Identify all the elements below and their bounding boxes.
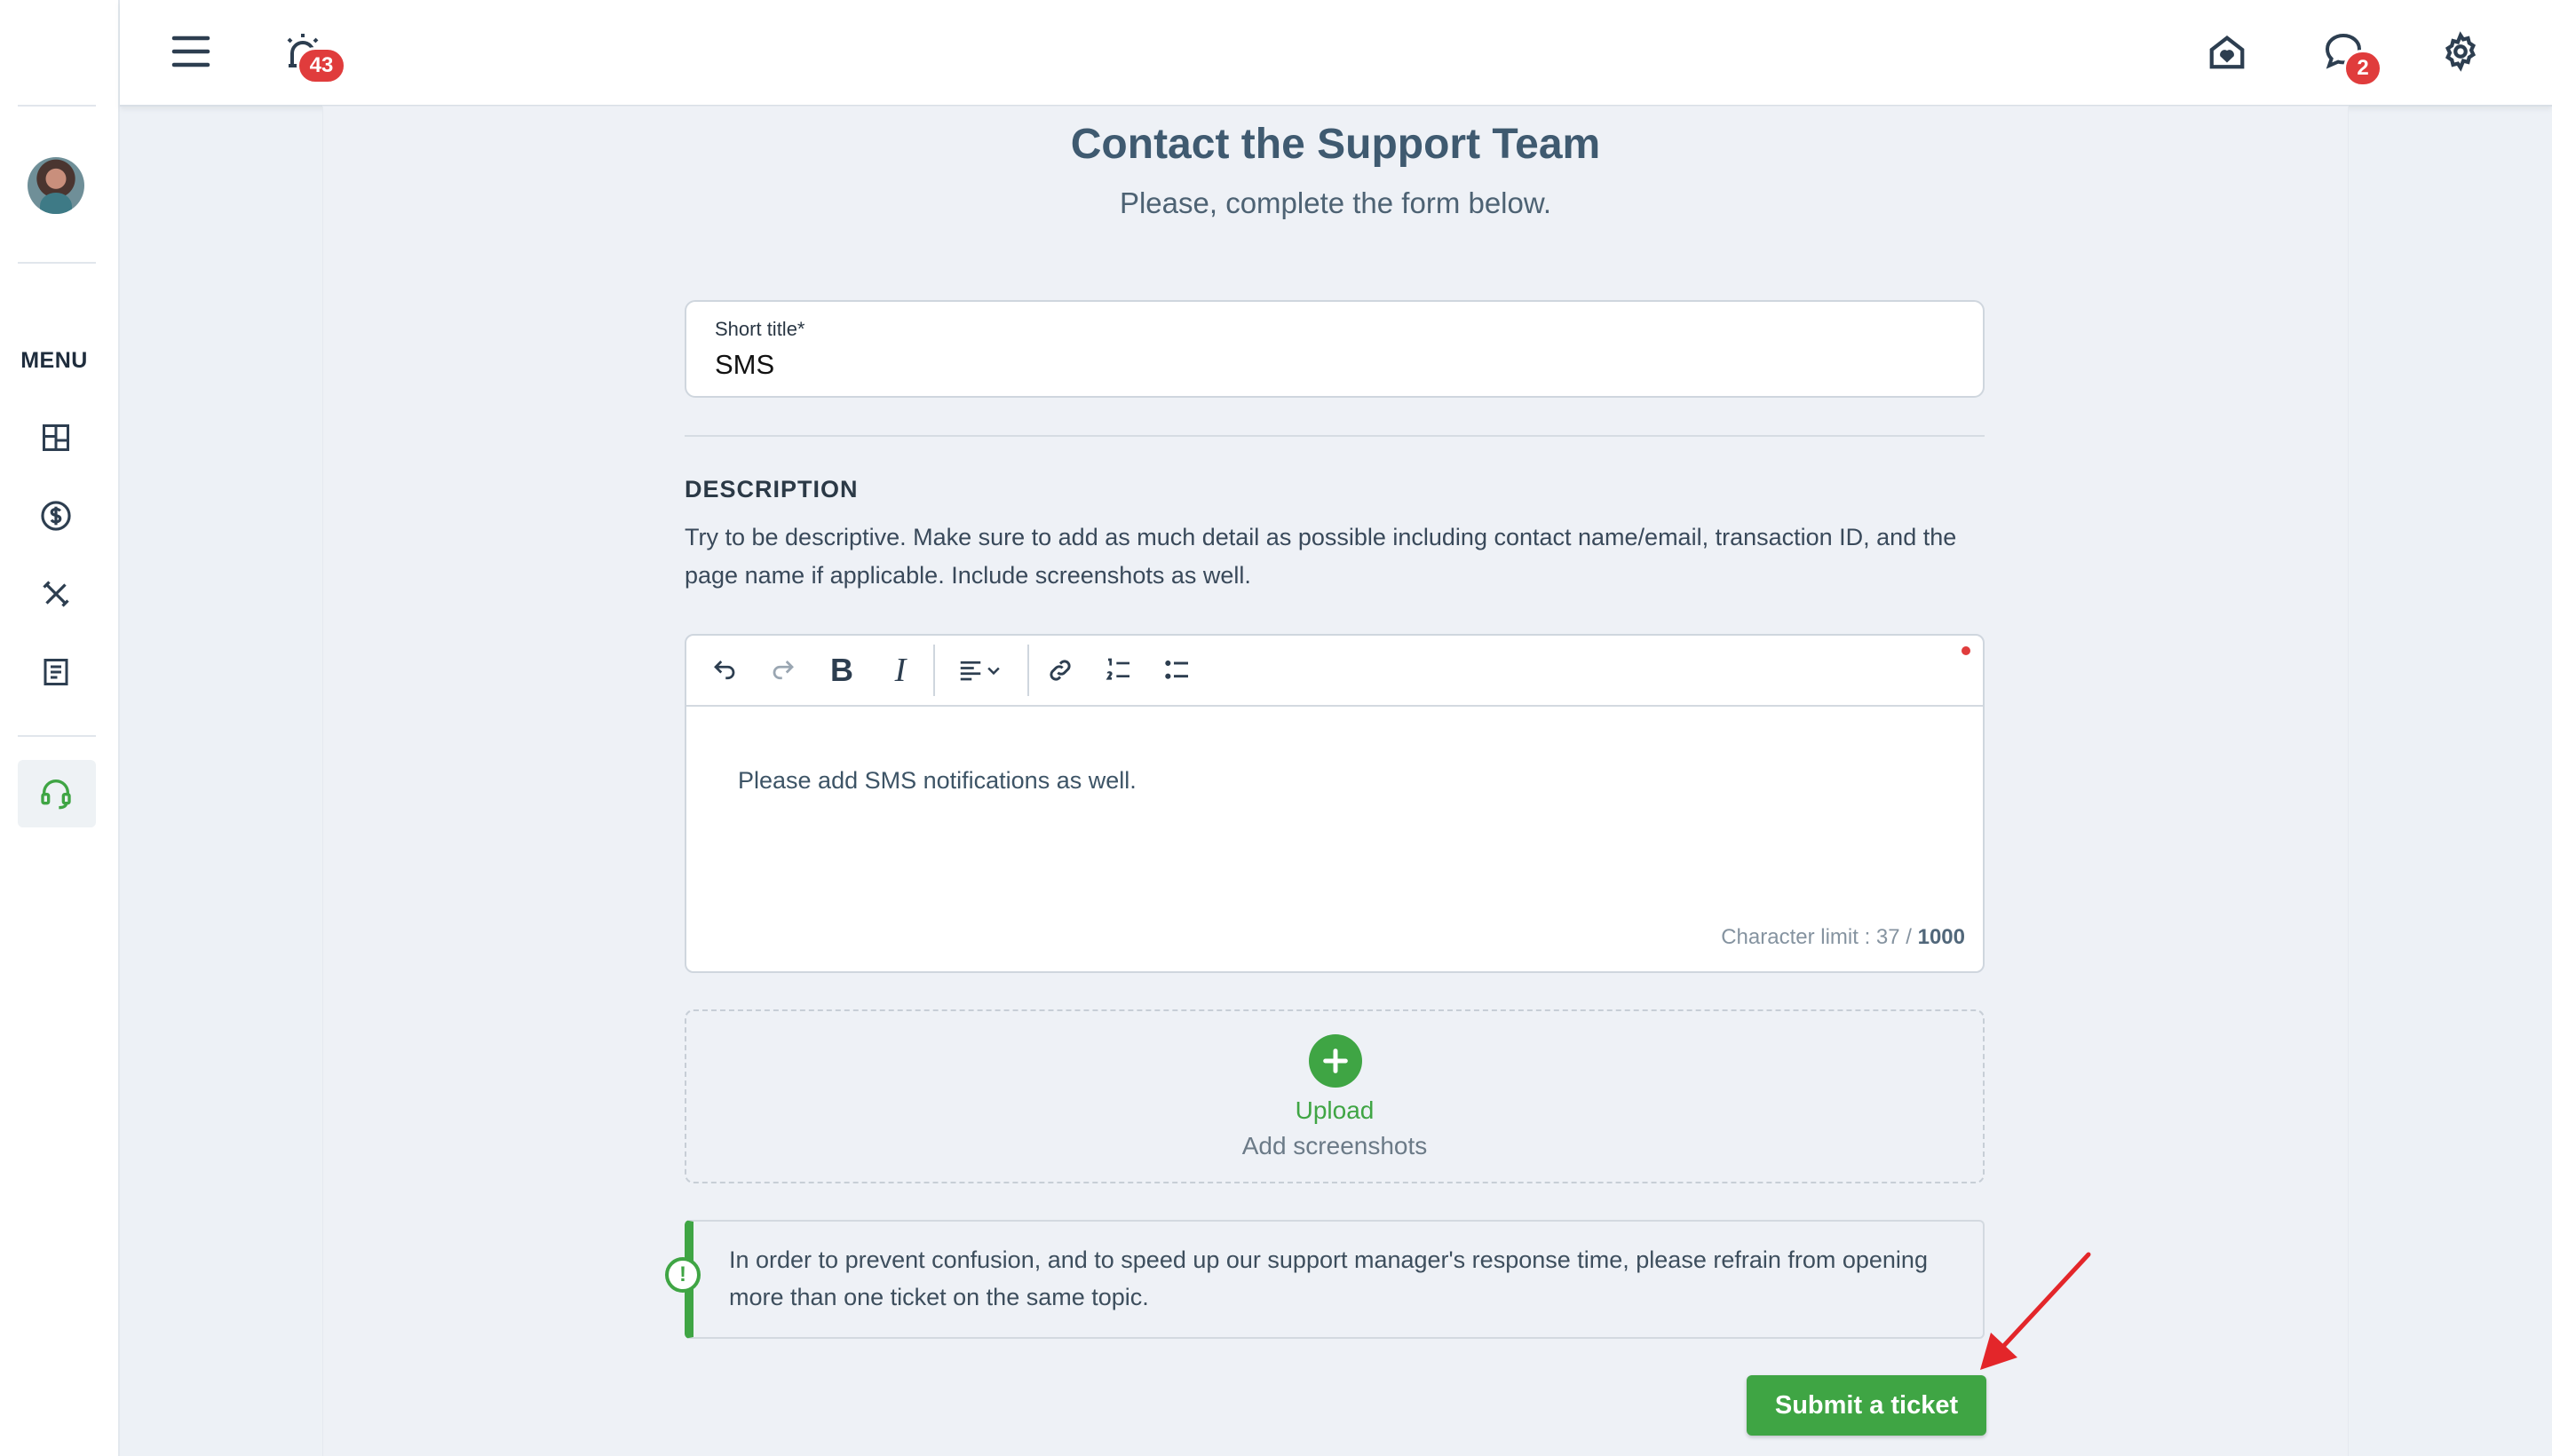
- messages-button[interactable]: 2: [2317, 25, 2382, 87]
- short-title-field[interactable]: Short title*: [685, 300, 1985, 398]
- toolbar-separator: [1027, 645, 1029, 696]
- upload-dropzone[interactable]: Upload Add screenshots: [685, 1009, 1985, 1183]
- sidebar-item-tools[interactable]: [34, 572, 78, 616]
- bullet-list-button[interactable]: [1155, 648, 1200, 692]
- upload-sublabel: Add screenshots: [1241, 1132, 1428, 1159]
- required-indicator-dot: [1962, 646, 1970, 655]
- char-limit-max: 1000: [1917, 925, 1965, 949]
- undo-button[interactable]: [702, 648, 747, 692]
- headset-icon: [41, 779, 71, 810]
- page-subtitle: Please, complete the form below.: [1119, 186, 1552, 219]
- bold-button[interactable]: B: [820, 648, 864, 692]
- sidebar-divider: [18, 105, 96, 107]
- ordered-list-icon: [1106, 658, 1129, 680]
- document-icon: [44, 659, 68, 685]
- settings-button[interactable]: [2434, 25, 2487, 78]
- home-button[interactable]: [2200, 25, 2254, 78]
- upload-label[interactable]: Upload: [686, 1096, 1983, 1125]
- home-heart-icon: [2209, 35, 2245, 69]
- sidebar-item-dashboard[interactable]: [34, 415, 78, 460]
- sidebar-divider: [18, 262, 96, 264]
- editor-toolbar: B I: [686, 636, 1983, 707]
- submit-ticket-button[interactable]: Submit a ticket: [1747, 1375, 1986, 1436]
- description-heading: DESCRIPTION: [685, 476, 859, 502]
- hamburger-icon: [171, 36, 210, 67]
- info-notice: ! In order to prevent confusion, and to …: [665, 1220, 1985, 1339]
- page-title: Contact the Support Team: [1070, 121, 1601, 168]
- redo-button[interactable]: [761, 648, 805, 692]
- avatar[interactable]: [28, 157, 84, 214]
- bold-icon: B: [830, 652, 853, 688]
- dollar-circle-icon: [41, 501, 71, 531]
- ordered-list-button[interactable]: [1097, 648, 1141, 692]
- sidebar-item-support-icon-wrap[interactable]: [34, 771, 78, 815]
- short-title-input[interactable]: [713, 348, 1942, 382]
- alarm-count-badge: 43: [297, 47, 346, 84]
- notice-text: In order to prevent confusion, and to sp…: [729, 1246, 1928, 1310]
- short-title-label: Short title*: [715, 318, 805, 340]
- toolbar-separator: [933, 645, 935, 696]
- sidebar-item-billing[interactable]: [34, 494, 78, 538]
- description-help-text: Try to be descriptive. Make sure to add …: [685, 524, 1957, 589]
- top-bar: 43 2: [120, 0, 2552, 107]
- italic-button[interactable]: I: [878, 648, 923, 692]
- editor-content[interactable]: Please add SMS notifications as well.: [738, 767, 1137, 795]
- upload-button[interactable]: [1309, 1034, 1362, 1088]
- menu-label: MENU: [20, 348, 88, 373]
- exclamation-icon: !: [665, 1257, 701, 1293]
- chevron-down-icon: [987, 667, 1000, 676]
- alarm-button[interactable]: 43: [276, 25, 346, 84]
- description-editor[interactable]: B I Please add SMS notifications as well…: [685, 634, 1985, 973]
- character-limit: Character limit : 37 / 1000: [1721, 925, 1965, 950]
- sidebar: MENU: [0, 0, 120, 1456]
- messages-count-badge: 2: [2343, 50, 2382, 87]
- tools-icon: [43, 581, 69, 607]
- menu-toggle-button[interactable]: [164, 27, 218, 76]
- align-dropdown[interactable]: [944, 648, 1015, 692]
- link-button[interactable]: [1038, 648, 1082, 692]
- undo-icon: [714, 661, 735, 680]
- link-icon: [1050, 660, 1071, 681]
- sidebar-divider: [18, 735, 96, 737]
- char-limit-count: Character limit : 37 /: [1721, 925, 1918, 949]
- dashboard-icon: [43, 424, 69, 451]
- align-left-icon: [960, 661, 981, 681]
- annotation-arrow-icon: [1980, 1252, 2091, 1370]
- sidebar-item-documents[interactable]: [34, 650, 78, 694]
- section-divider: [685, 435, 1985, 437]
- redo-icon: [773, 661, 794, 680]
- bullet-list-icon: [1165, 660, 1188, 679]
- gear-icon: [2445, 31, 2477, 72]
- plus-icon: [1323, 1048, 1348, 1073]
- italic-icon: I: [894, 652, 907, 689]
